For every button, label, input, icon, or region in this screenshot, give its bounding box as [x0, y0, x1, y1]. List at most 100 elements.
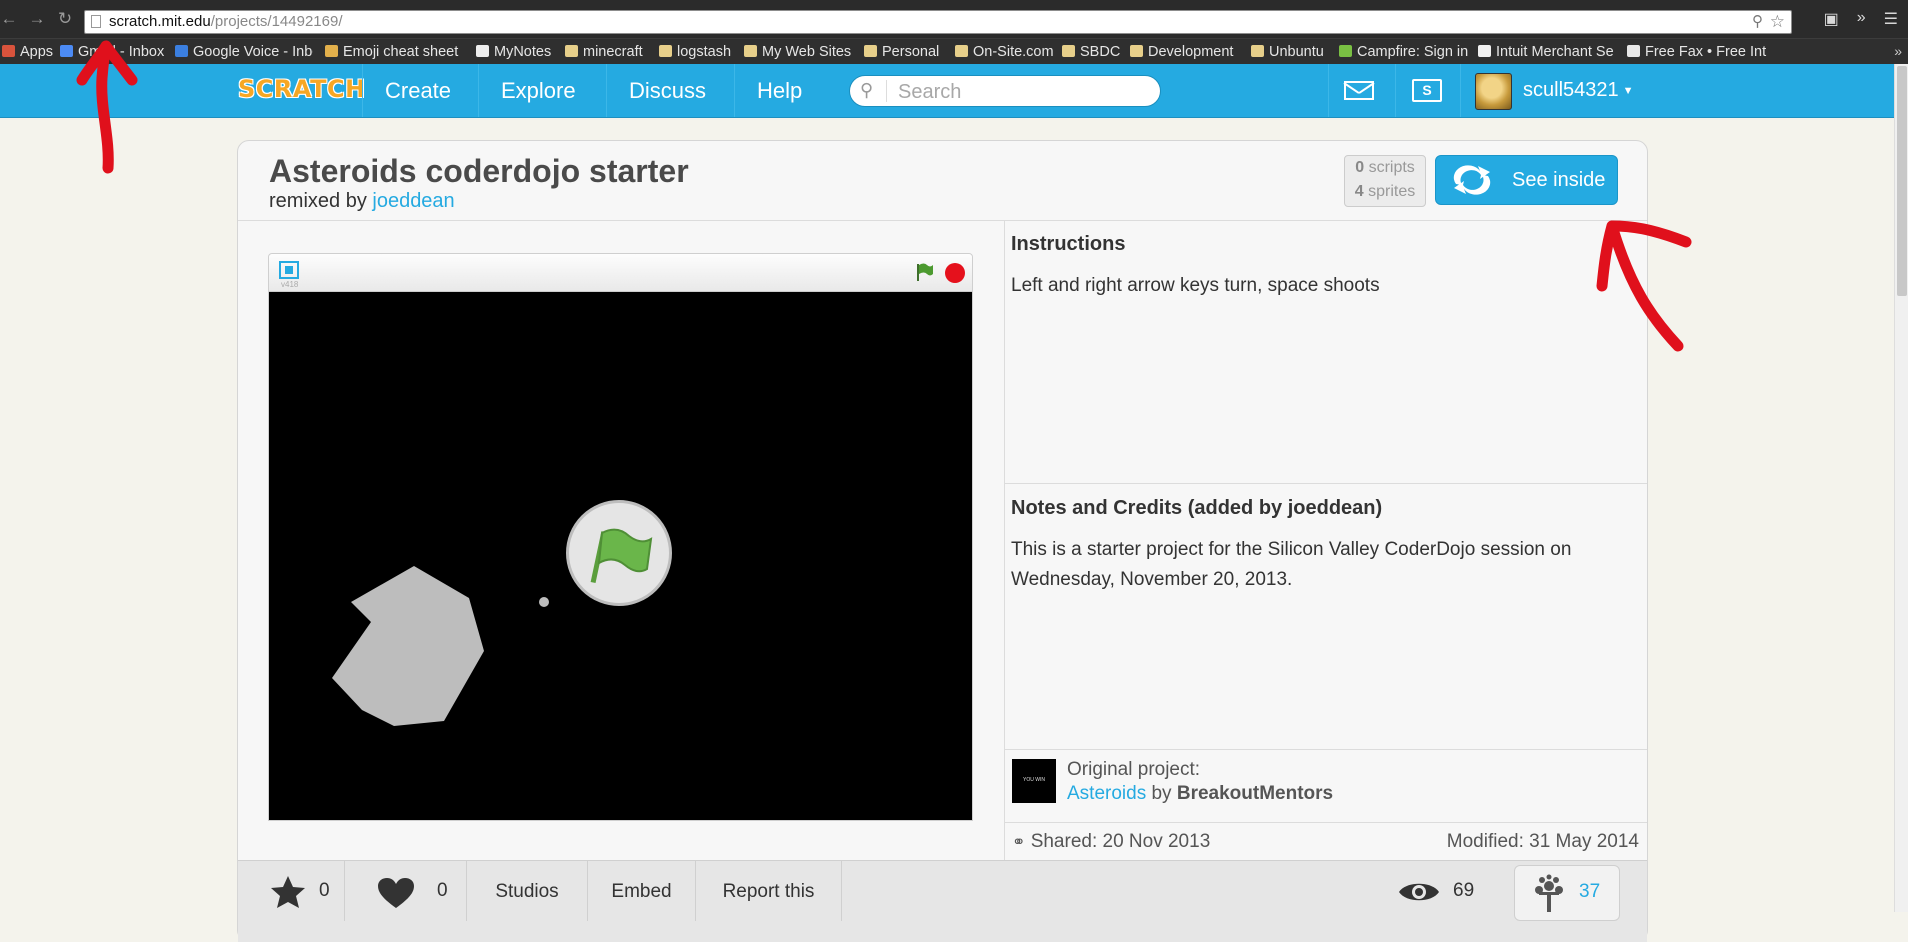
- my-stuff-button[interactable]: S: [1395, 64, 1451, 117]
- sprites-label: sprites: [1368, 183, 1416, 200]
- nav-explore[interactable]: Explore: [478, 64, 598, 117]
- url-path: /projects/14492169/: [210, 13, 343, 30]
- report-button[interactable]: Report this: [696, 861, 842, 921]
- original-author[interactable]: BreakoutMentors: [1177, 783, 1333, 804]
- url-host: scratch.mit.edu: [109, 13, 211, 30]
- star-icon: [271, 876, 305, 908]
- bookmarks-overflow-icon[interactable]: »: [1894, 43, 1902, 59]
- love-button[interactable]: 0: [345, 861, 467, 921]
- folder-icon: [1062, 45, 1075, 57]
- original-by: by: [1151, 783, 1172, 804]
- divider: [1005, 483, 1647, 484]
- modified-date: Modified: 31 May 2014: [1446, 831, 1639, 852]
- bookmark-label: Personal: [882, 44, 940, 60]
- remix-arrows-icon: [1453, 165, 1491, 195]
- folder-icon: [864, 45, 877, 57]
- bookmark-label: Intuit Merchant Se: [1496, 44, 1614, 60]
- back-arrow-icon[interactable]: ←: [0, 9, 18, 29]
- browser-toolbar: ← → ↻ scratch.mit.edu/projects/14492169/…: [0, 0, 1908, 41]
- start-flag-overlay[interactable]: [566, 500, 672, 606]
- original-project: YOU WIN Original project: Asteroids by B…: [1005, 749, 1647, 822]
- bookmark-item[interactable]: Gmail - Inbox: [60, 43, 164, 61]
- instructions-title: Instructions: [1011, 233, 1126, 255]
- original-project-thumbnail[interactable]: YOU WIN: [1012, 759, 1056, 803]
- report-label: Report this: [722, 881, 815, 902]
- bookmark-item[interactable]: minecraft: [565, 43, 651, 61]
- bookmark-label: logstash: [677, 44, 732, 60]
- studios-button[interactable]: Studios: [467, 861, 588, 921]
- bookmark-item[interactable]: Emoji cheat sheet: [325, 43, 463, 61]
- notes-title: Notes and Credits (added by joeddean): [1011, 497, 1383, 519]
- original-project-link[interactable]: Asteroids: [1067, 783, 1146, 804]
- reload-icon[interactable]: ↻: [56, 9, 74, 29]
- bookmark-star-icon[interactable]: ☆: [1770, 11, 1785, 33]
- page-scrollbar[interactable]: [1894, 64, 1908, 912]
- remixed-by: remixed by joeddean: [269, 190, 455, 213]
- ship-sprite: [539, 597, 549, 607]
- stage[interactable]: [269, 292, 972, 820]
- bookmark-item[interactable]: Free Fax • Free Int: [1627, 43, 1777, 61]
- bookmark-label: Gmail - Inbox: [78, 44, 164, 60]
- folder-icon: [565, 45, 578, 57]
- nav-discuss[interactable]: Discuss: [606, 64, 728, 117]
- green-flag-icon[interactable]: [914, 262, 934, 282]
- shared-date: ⚭ Shared: 20 Nov 2013: [1012, 831, 1211, 852]
- bookmark-item[interactable]: logstash: [659, 43, 737, 61]
- scratch-logo[interactable]: SCRATCH: [238, 72, 365, 106]
- messages-button[interactable]: [1328, 64, 1384, 117]
- scripts-count: 0: [1355, 159, 1365, 176]
- thumbs-up-icon: [325, 45, 338, 57]
- bookmark-item[interactable]: Development: [1130, 43, 1244, 61]
- see-inside-label: See inside: [1512, 169, 1606, 191]
- bookmark-item[interactable]: Google Voice - Inbox: [175, 43, 313, 61]
- fullscreen-icon[interactable]: [279, 261, 299, 279]
- bookmark-item[interactable]: Unbuntu: [1251, 43, 1331, 61]
- bookmark-item[interactable]: Apps: [2, 43, 54, 61]
- bookmark-item[interactable]: SBDC: [1062, 43, 1122, 61]
- favorite-button[interactable]: 0: [238, 861, 345, 921]
- studios-label: Studios: [495, 881, 559, 902]
- user-menu[interactable]: scull54321 ▼: [1460, 64, 1634, 117]
- browser-nav: ← → ↻: [0, 9, 74, 29]
- bookmark-label: Emoji cheat sheet: [343, 44, 459, 60]
- eye-icon: [1399, 883, 1439, 901]
- forward-arrow-icon[interactable]: →: [28, 9, 46, 29]
- bookmark-label: Google Voice - Inbox: [193, 44, 313, 60]
- bookmark-item[interactable]: My Web Sites: [744, 43, 854, 61]
- scrollbar-thumb[interactable]: [1897, 66, 1907, 296]
- nav-help[interactable]: Help: [734, 64, 824, 117]
- embed-label: Embed: [611, 881, 672, 902]
- project-title: Asteroids coderdojo starter: [269, 153, 689, 189]
- folder-icon: [1130, 45, 1143, 57]
- bookmark-item[interactable]: Personal: [864, 43, 946, 61]
- project-dates: ⚭ Shared: 20 Nov 2013 Modified: 31 May 2…: [1005, 822, 1647, 861]
- bookmark-item[interactable]: Intuit Merchant Se: [1478, 43, 1616, 61]
- address-bar[interactable]: scratch.mit.edu/projects/14492169/ ⚲ ☆: [84, 10, 1792, 34]
- see-inside-button[interactable]: See inside: [1435, 155, 1618, 205]
- envelope-icon: [1344, 81, 1374, 100]
- freefax-icon: [1627, 45, 1640, 57]
- remixer-link[interactable]: joeddean: [372, 190, 454, 212]
- menu-icon[interactable]: ☰: [1884, 9, 1898, 29]
- asteroid-sprite: [332, 566, 484, 726]
- stop-sign-icon[interactable]: [945, 263, 965, 283]
- thumbnail-text: YOU WIN: [1023, 777, 1045, 783]
- original-project-label: Original project:: [1067, 759, 1201, 780]
- remixed-by-prefix: remixed by: [269, 190, 367, 212]
- extension-icon[interactable]: ▣: [1824, 9, 1839, 29]
- google-voice-icon: [175, 45, 188, 57]
- bookmark-item[interactable]: Campfire: Sign in: [1339, 43, 1471, 61]
- bookmark-label: minecraft: [583, 44, 643, 60]
- remix-tree-button[interactable]: 37: [1514, 865, 1620, 921]
- nav-create[interactable]: Create: [362, 64, 473, 117]
- bookmark-item[interactable]: MyNotes: [476, 43, 556, 61]
- browser-extensions: ▣ » ☰: [1824, 9, 1898, 29]
- folder-s-icon: S: [1412, 79, 1442, 102]
- embed-button[interactable]: Embed: [588, 861, 696, 921]
- bookmark-label: Apps: [20, 44, 54, 60]
- zoom-icon[interactable]: ⚲: [1752, 11, 1763, 33]
- overflow-chevron-icon[interactable]: »: [1857, 9, 1866, 29]
- avatar: [1475, 73, 1512, 110]
- search-input[interactable]: [896, 80, 1150, 104]
- bookmark-item[interactable]: On-Site.com: [955, 43, 1053, 61]
